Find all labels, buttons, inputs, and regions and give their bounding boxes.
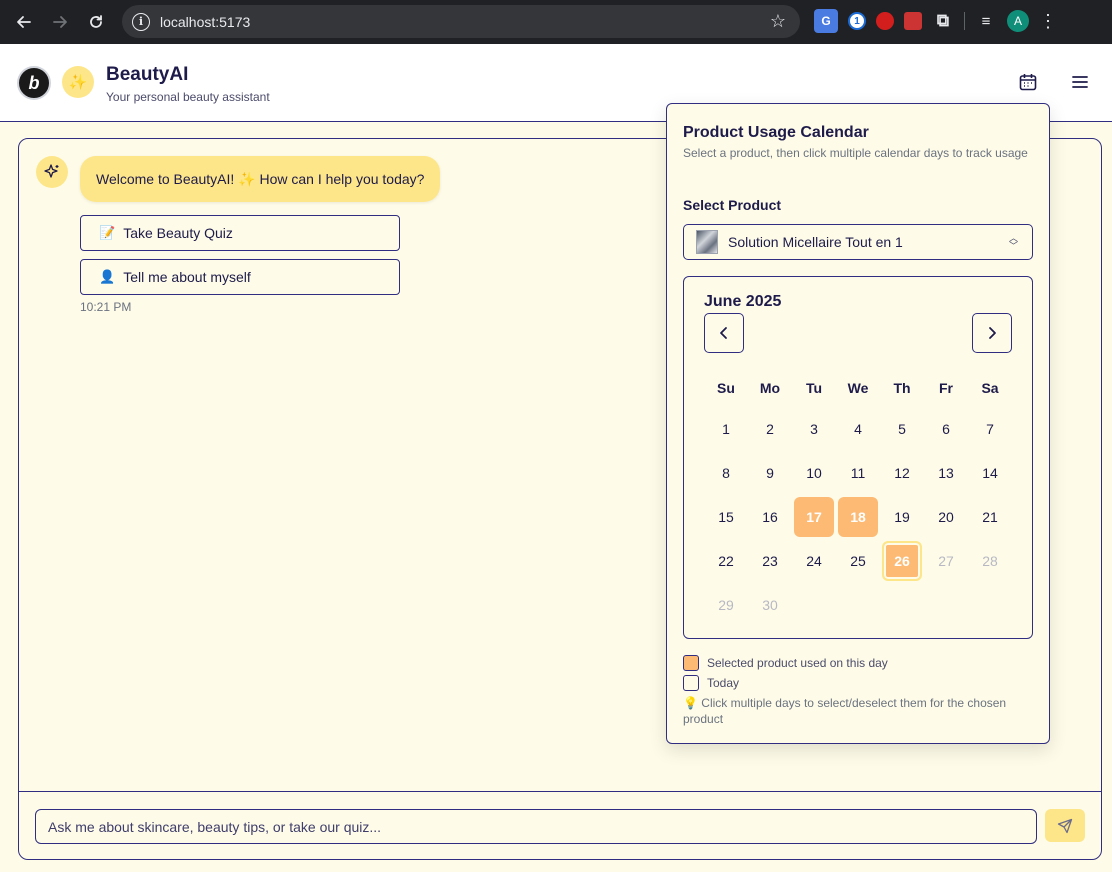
month-label: June 2025 [704, 293, 782, 310]
popover-title: Product Usage Calendar [683, 124, 869, 141]
address-bar[interactable]: i localhost:5173 ☆ [122, 5, 800, 38]
reload-icon[interactable] [78, 4, 114, 40]
calendar-day[interactable]: 5 [882, 409, 922, 449]
calendar-day[interactable]: 4 [838, 409, 878, 449]
legend-today: Today [683, 675, 739, 691]
calendar-day: 28 [982, 553, 998, 569]
quiz-button-label: Take Beauty Quiz [123, 225, 233, 241]
calendar-day[interactable]: 14 [970, 453, 1010, 493]
calendar-day[interactable]: 2 [750, 409, 790, 449]
calendar-day[interactable]: 18 [838, 497, 878, 537]
calendar-day[interactable]: 13 [926, 453, 966, 493]
calendar-day[interactable]: 20 [926, 497, 966, 537]
weekday-th: Th [893, 380, 911, 396]
selected-product-text: Solution Micellaire Tout en 1 [728, 234, 903, 250]
popover-description: Select a product, then click multiple ca… [683, 146, 1028, 160]
calendar-day[interactable]: 9 [750, 453, 790, 493]
chat-input[interactable] [35, 809, 1037, 844]
calendar-day: 30 [762, 597, 778, 613]
weekday-mo: Mo [759, 380, 781, 396]
calendar-hint: 💡 Click multiple days to select/deselect… [683, 696, 1007, 726]
menu-icon[interactable] [1068, 70, 1092, 94]
weekday-we: We [847, 380, 869, 396]
translate-extension-icon[interactable]: G [814, 9, 838, 33]
legend-used: Selected product used on this day [683, 655, 888, 671]
forward-arrow-icon[interactable] [42, 4, 78, 40]
next-month-button[interactable] [972, 313, 1012, 353]
chat-input-bar [19, 791, 1101, 859]
weekday-su: Su [717, 380, 735, 396]
calendar-day[interactable]: 23 [750, 541, 790, 581]
message-timestamp: 10:21 PM [80, 300, 132, 314]
weekday-sa: Sa [981, 380, 999, 396]
weekday-fr: Fr [939, 380, 953, 396]
bot-sparkle-icon [36, 156, 68, 188]
browser-toolbar: i localhost:5173 ☆ G 1 ⧉ ≡ A ⋮ [0, 0, 1112, 44]
calendar-day[interactable]: 24 [794, 541, 834, 581]
calendar-day[interactable]: 3 [794, 409, 834, 449]
url-text: localhost:5173 [160, 13, 251, 30]
calendar-day[interactable]: 22 [706, 541, 746, 581]
site-info-icon[interactable]: i [132, 12, 150, 31]
app-title: BeautyAI [106, 64, 189, 85]
calendar-day[interactable]: 11 [838, 453, 878, 493]
calendar-day[interactable]: 17 [794, 497, 834, 537]
toolbar-divider [964, 12, 965, 30]
calendar-day[interactable]: 10 [794, 453, 834, 493]
product-select[interactable]: Solution Micellaire Tout en 1 ︿ ﹀ [683, 224, 1033, 260]
chevron-left-icon [720, 327, 727, 339]
about-button-label: Tell me about myself [123, 269, 251, 285]
chevron-updown-icon: ︿ ﹀ [1008, 233, 1018, 251]
select-product-label: Select Product [683, 197, 782, 213]
sparkle-icon: ✨ [62, 66, 94, 98]
product-usage-calendar-popover: Product Usage Calendar Select a product,… [666, 103, 1050, 744]
calendar-day[interactable]: 16 [750, 497, 790, 537]
calendar-day[interactable]: 6 [926, 409, 966, 449]
calendar-day[interactable]: 26 [882, 541, 922, 581]
calendar-day[interactable]: 25 [838, 541, 878, 581]
legend-used-label: Selected product used on this day [707, 656, 888, 670]
bookmark-star-icon[interactable]: ☆ [770, 11, 786, 32]
bug-extension-icon[interactable] [904, 12, 922, 30]
today-swatch [683, 675, 699, 691]
calendar-day[interactable]: 15 [706, 497, 746, 537]
app-subtitle: Your personal beauty assistant [106, 90, 270, 104]
calendar-icon[interactable] [1016, 70, 1040, 94]
tell-me-about-myself-button[interactable]: 👤 Tell me about myself [80, 259, 400, 295]
calendar-day[interactable]: 1 [706, 409, 746, 449]
legend-today-label: Today [707, 676, 740, 690]
password-extension-icon[interactable]: 1 [848, 12, 866, 30]
extensions-area: G 1 ⧉ ≡ A ⋮ [814, 8, 1057, 34]
calendar-day: 27 [938, 553, 954, 569]
person-icon: 👤 [99, 269, 116, 284]
product-thumbnail [696, 230, 718, 254]
weekday-tu: Tu [805, 380, 823, 396]
media-control-icon[interactable]: ≡ [975, 9, 997, 33]
calendar-day[interactable]: 8 [706, 453, 746, 493]
previous-month-button[interactable] [704, 313, 744, 353]
brand-logo: b [17, 66, 51, 100]
memo-icon: 📝 [99, 225, 116, 240]
calendar-day[interactable]: 7 [970, 409, 1010, 449]
calendar-day[interactable]: 12 [882, 453, 922, 493]
extensions-puzzle-icon[interactable]: ⧉ [932, 9, 954, 33]
more-menu-icon[interactable]: ⋮ [1039, 11, 1057, 32]
take-beauty-quiz-button[interactable]: 📝 Take Beauty Quiz [80, 215, 400, 251]
welcome-message: Welcome to BeautyAI! ✨ How can I help yo… [80, 156, 441, 202]
calendar-day: 29 [718, 597, 734, 613]
chevron-right-icon [989, 327, 996, 339]
calendar-day[interactable]: 21 [970, 497, 1010, 537]
used-swatch [683, 655, 699, 671]
back-arrow-icon[interactable] [6, 4, 42, 40]
profile-avatar[interactable]: A [1007, 10, 1029, 32]
calendar-day[interactable]: 19 [882, 497, 922, 537]
calendar: June 2025 Su Mo Tu We Th Fr Sa 1 2 3 4 5 6 7 8 9 10 11 12 1… [683, 276, 1033, 639]
send-icon[interactable] [1045, 809, 1085, 842]
block-extension-icon[interactable] [876, 12, 894, 30]
